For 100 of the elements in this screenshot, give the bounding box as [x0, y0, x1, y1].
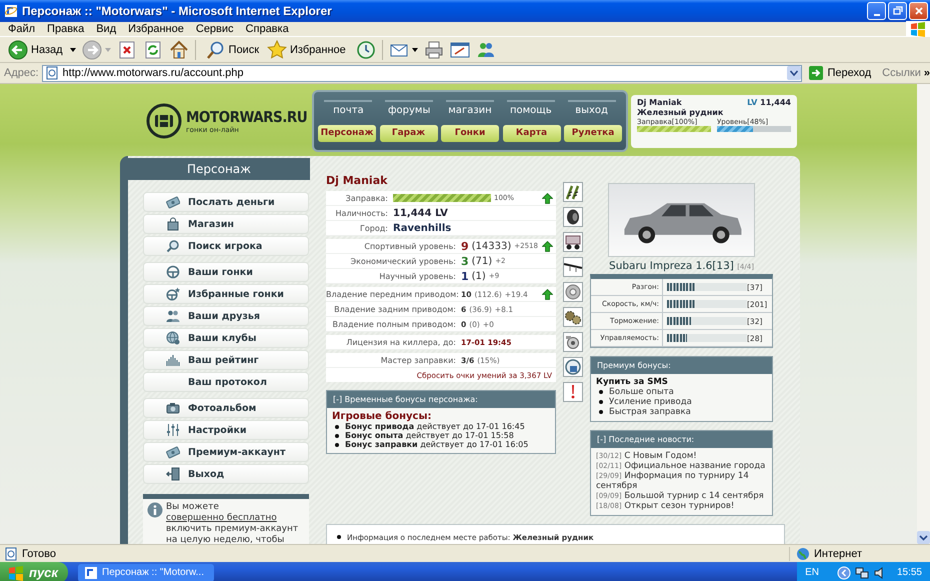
- sidebar-item[interactable]: Ваш протокол: [143, 372, 309, 392]
- nav-button[interactable]: Гараж: [380, 124, 438, 142]
- turbo-icon[interactable]: [563, 332, 583, 352]
- free-link[interactable]: совершенно бесплатно: [166, 513, 277, 523]
- sidebar-item[interactable]: Поиск игрока: [143, 236, 309, 256]
- sidebar-item[interactable]: Избранные гонки: [143, 284, 309, 304]
- user-name: Dj Maniak: [637, 98, 682, 106]
- bullet: [335, 442, 339, 446]
- logo-text: MOTORWARS.RU: [186, 108, 308, 126]
- address-label: Адрес:: [4, 67, 39, 79]
- go-button[interactable]: Переход: [805, 66, 876, 80]
- more-button[interactable]: »: [924, 67, 930, 79]
- nav-button[interactable]: Гонки: [441, 124, 499, 142]
- sidebar-item[interactable]: Ваши друзья: [143, 306, 309, 326]
- level-points: (71): [472, 256, 492, 266]
- stop-icon[interactable]: [116, 40, 137, 60]
- spoiler-icon[interactable]: [563, 257, 583, 277]
- box-title: Премиум бонусы:: [591, 357, 772, 374]
- minimize-button[interactable]: [867, 2, 886, 20]
- nav-button[interactable]: Персонаж: [318, 124, 376, 142]
- up-arrow-icon[interactable]: [542, 288, 553, 300]
- gears-icon[interactable]: [563, 307, 583, 327]
- box-title[interactable]: [-] Последние новости:: [591, 431, 772, 448]
- shock-absorber-icon[interactable]: [563, 182, 583, 202]
- premium-item: Больше опыта: [609, 387, 674, 397]
- browser-logo-icon: [84, 566, 98, 580]
- links-button[interactable]: Ссылки: [882, 67, 921, 79]
- print-icon[interactable]: [424, 40, 444, 60]
- character-name: Dj Maniak: [326, 174, 388, 188]
- arrow-right-icon: [809, 66, 824, 80]
- shopping-bag-icon: [166, 217, 180, 231]
- edit-icon[interactable]: [450, 40, 470, 60]
- close-button[interactable]: [909, 2, 928, 20]
- globe-icon: [166, 331, 180, 345]
- caret-icon[interactable]: [412, 48, 418, 52]
- user-location: Железный рудник: [637, 108, 724, 116]
- engine-parts-icon[interactable]: [563, 232, 583, 252]
- tire-icon[interactable]: [563, 207, 583, 227]
- back-button[interactable]: Назад: [4, 40, 67, 60]
- menu-item[interactable]: Файл: [2, 23, 42, 35]
- premium-heading[interactable]: Купить за SMS: [596, 377, 767, 387]
- search-icon: [206, 40, 226, 60]
- menu-item[interactable]: Избранное: [122, 23, 190, 35]
- menu-item[interactable]: Вид: [90, 23, 122, 35]
- stat-label: Лицензия на киллера, до:: [345, 338, 457, 346]
- up-arrow-icon[interactable]: [542, 192, 553, 204]
- info-icon: [147, 502, 163, 518]
- search-button[interactable]: Поиск: [202, 40, 264, 60]
- flag-icon: [8, 564, 24, 580]
- sidebar-item[interactable]: Магазин: [143, 214, 309, 234]
- menu-item[interactable]: Правка: [41, 23, 90, 35]
- nav-link[interactable]: форумы: [385, 100, 434, 116]
- refresh-icon[interactable]: [142, 40, 163, 60]
- caret-icon[interactable]: [70, 48, 76, 52]
- page-icon: [44, 66, 59, 80]
- favorites-button[interactable]: Избранное: [263, 40, 350, 60]
- sidebar-item[interactable]: Выход: [143, 464, 309, 484]
- stat-label: Мастер заправки:: [380, 356, 457, 364]
- maximize-button[interactable]: [888, 2, 907, 20]
- exclamation-icon[interactable]: [563, 382, 583, 402]
- nav-link[interactable]: магазин: [446, 100, 494, 116]
- sidebar-item[interactable]: Ваши гонки: [143, 262, 309, 282]
- sliders-icon: [166, 423, 180, 437]
- box-title[interactable]: [-] Временные бонусы персонажа:: [327, 391, 555, 408]
- menu-item[interactable]: Сервис: [190, 23, 240, 35]
- brake-disc-icon[interactable]: [563, 282, 583, 302]
- bar-chart-icon: [166, 353, 180, 367]
- sidebar-item[interactable]: Премиум-аккаунт: [143, 442, 309, 462]
- banknote-icon: [166, 445, 180, 459]
- premium-item: Быстрая заправка: [609, 407, 691, 417]
- menu-item[interactable]: Справка: [240, 23, 295, 35]
- nav-button[interactable]: Рулетка: [564, 124, 622, 142]
- network-icon[interactable]: [854, 566, 869, 580]
- level-points: (14333): [472, 240, 512, 252]
- nav-button[interactable]: Карта: [502, 124, 560, 142]
- sidebar-item[interactable]: Настройки: [143, 420, 309, 440]
- logo-icon: [146, 103, 182, 139]
- bullet: [335, 434, 339, 438]
- home-icon[interactable]: [168, 40, 189, 60]
- level-value: 3: [461, 254, 469, 268]
- up-arrow-icon[interactable]: [542, 240, 553, 252]
- window-title: Персонаж :: "Motorwars" - Microsoft Internet Explorer: [22, 4, 333, 18]
- notice-text: Вы можете совершенно бесплатно включить премиум-аккаунт на целую неделю, чтобы: [166, 502, 300, 544]
- forward-icon[interactable]: [82, 40, 102, 60]
- level-value: 9: [461, 240, 469, 252]
- sidebar-item[interactable]: Ваши клубы: [143, 328, 309, 348]
- address-field[interactable]: http://www.motorwars.ru/account.php: [42, 64, 802, 82]
- user-cash: LV 11,444: [747, 98, 791, 106]
- nav-link[interactable]: выход: [568, 100, 616, 116]
- dropdown-icon[interactable]: [787, 66, 802, 80]
- nav-link[interactable]: помощь: [506, 100, 555, 116]
- gauge-icon[interactable]: [563, 357, 583, 377]
- taskbar-button[interactable]: Персонаж :: "Motorw...: [78, 564, 214, 581]
- sidebar-item[interactable]: Послать деньги: [143, 192, 309, 212]
- car-name: Subaru Impreza 1.6[13]: [609, 260, 734, 272]
- history-icon[interactable]: [356, 40, 376, 60]
- level-points: (1): [472, 270, 486, 282]
- nav-link[interactable]: почта: [324, 100, 372, 116]
- sidebar-item[interactable]: Фотоальбом: [143, 398, 309, 418]
- sidebar-item[interactable]: Ваш рейтинг: [143, 350, 309, 370]
